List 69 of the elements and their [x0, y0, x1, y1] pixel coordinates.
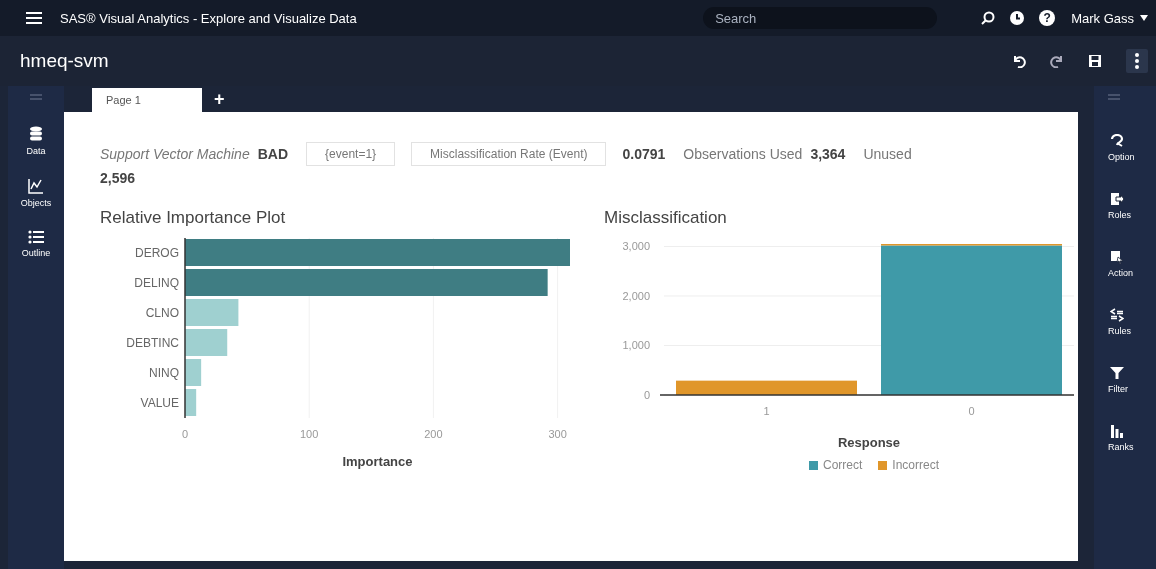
history-icon[interactable]	[1009, 10, 1026, 26]
tick-label: 100	[300, 428, 319, 440]
add-page-button[interactable]: +	[214, 88, 225, 110]
rail-button[interactable]: Ranks	[1108, 424, 1134, 452]
bar	[185, 389, 197, 416]
options-icon	[1110, 134, 1124, 148]
rail-button[interactable]: Roles	[1108, 192, 1131, 220]
summary-value: BAD	[257, 146, 289, 162]
category-label: NINQ	[149, 366, 179, 380]
collapse-handle-icon[interactable]	[1108, 94, 1120, 100]
model-name: Support Vector Machine	[100, 146, 250, 162]
rules-icon	[1110, 308, 1124, 322]
rail-button[interactable]: Filter	[1108, 366, 1128, 394]
summary-field[interactable]: {event=1}	[306, 142, 396, 166]
save-icon[interactable]	[1088, 54, 1102, 68]
list-icon	[28, 230, 44, 244]
legend-label: Incorrect	[892, 458, 939, 472]
rail-button[interactable]: Option	[1108, 134, 1135, 162]
rail-button[interactable]: Action	[1108, 250, 1133, 278]
axis-title: Importance	[342, 454, 413, 469]
category-label: 1	[763, 405, 770, 417]
summary-label: Observations Used	[683, 146, 803, 162]
user-menu[interactable]: Mark Gass	[1071, 10, 1134, 26]
tick-label: 3,000	[622, 240, 650, 253]
rail-button[interactable]: Objects	[20, 178, 52, 208]
tick-label: 1,000	[622, 339, 650, 352]
undo-icon[interactable]	[1012, 54, 1026, 68]
tick-label: 200	[424, 428, 443, 440]
tick-label: 0	[643, 389, 650, 401]
chart-title: Relative Importance Plot	[100, 208, 287, 228]
legend-label: Correct	[823, 458, 863, 472]
database-icon	[29, 126, 43, 142]
collapse-handle-icon[interactable]	[30, 94, 42, 100]
chart-title: Misclassification	[604, 208, 728, 228]
search-field[interactable]: Search	[703, 7, 938, 29]
category-label: DEROG	[135, 246, 179, 260]
category-label: CLNO	[145, 306, 179, 320]
report-title: hmeq-svm	[20, 50, 109, 72]
tick-label: 300	[548, 428, 567, 440]
summary-label: Unused	[863, 146, 912, 162]
rail-button[interactable]: Data	[26, 126, 46, 156]
roles-icon	[1110, 192, 1124, 206]
bar-chart-icon	[1110, 424, 1124, 438]
search-icon[interactable]	[981, 11, 996, 25]
window-title: SAS® Visual Analytics - Explore and Visualize Data	[60, 10, 357, 26]
summary-value: 0.0791	[622, 146, 666, 162]
caret-icon[interactable]	[1140, 15, 1148, 21]
line-chart-icon	[28, 178, 44, 194]
axis-title: Response	[837, 435, 901, 450]
redo-icon[interactable]	[1050, 54, 1064, 68]
help-button[interactable]: ?	[1039, 10, 1056, 26]
category-label: VALUE	[140, 396, 179, 410]
bar	[185, 329, 228, 356]
menu-icon[interactable]	[26, 12, 42, 24]
page-tab[interactable]: Page 1	[92, 88, 202, 112]
summary-field[interactable]: Misclassification Rate (Event)	[411, 142, 607, 166]
rail-button[interactable]: Outline	[21, 230, 51, 258]
category-label: DELINQ	[134, 276, 179, 290]
tick-label: 0	[181, 428, 189, 440]
tick-label: 2,000	[622, 290, 650, 302]
summary-value: 3,364	[810, 146, 846, 162]
bar	[185, 299, 239, 326]
more-icon[interactable]	[1126, 49, 1148, 73]
category-label: 0	[968, 405, 975, 417]
summary-value: 2,596	[100, 170, 136, 186]
filter-icon	[1110, 366, 1124, 380]
rail-button[interactable]: Rules	[1108, 308, 1131, 336]
actions-icon	[1110, 250, 1124, 264]
category-label: DEBTINC	[126, 336, 179, 350]
